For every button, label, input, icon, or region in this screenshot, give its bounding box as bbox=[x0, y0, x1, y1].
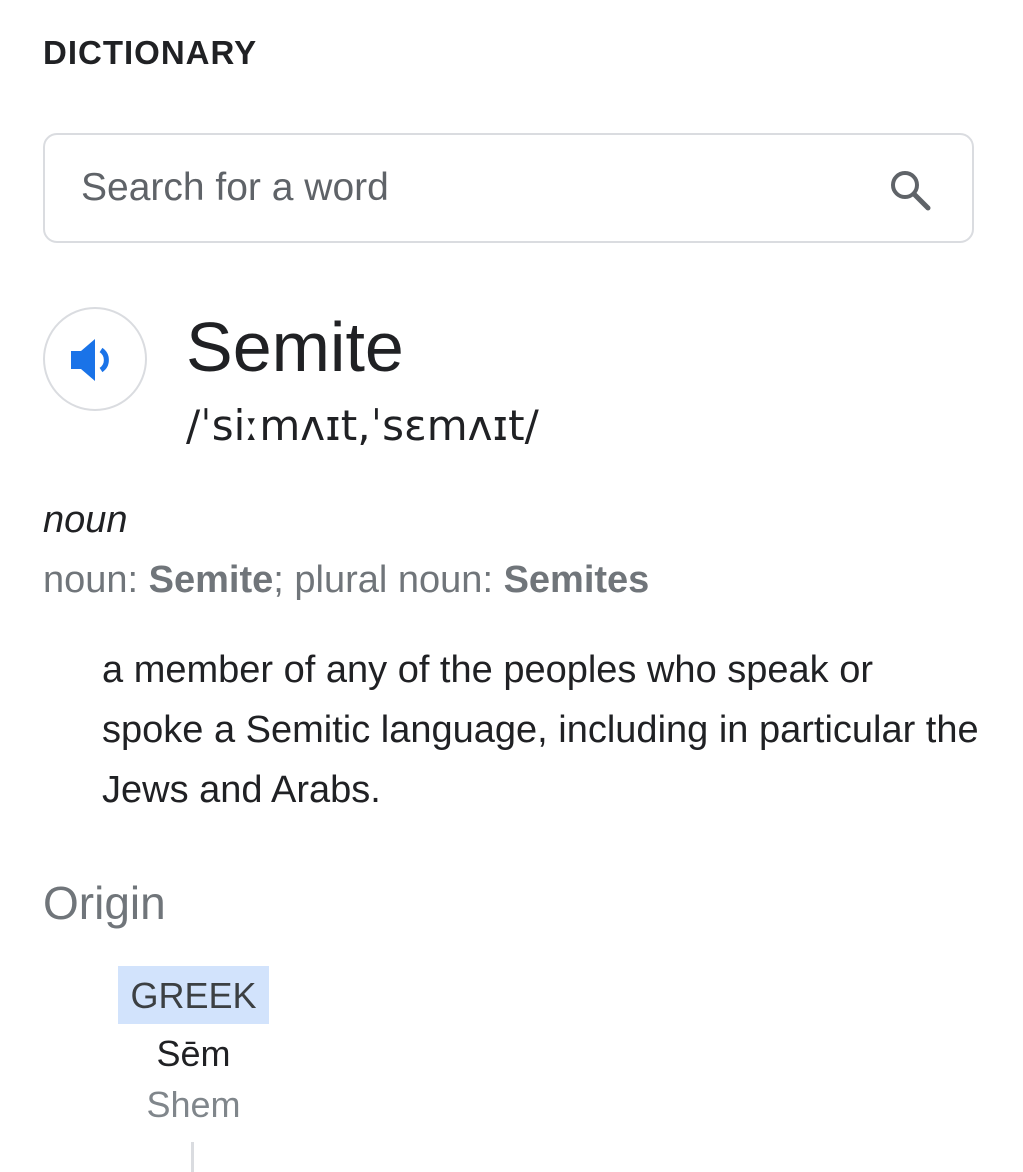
part-of-speech: noun bbox=[43, 499, 128, 541]
origin-heading: Origin bbox=[43, 877, 166, 929]
forms-separator: ; bbox=[273, 559, 295, 601]
origin-gloss: Shem bbox=[146, 1084, 241, 1125]
search-box[interactable] bbox=[43, 133, 974, 243]
noun-value: Semite bbox=[148, 559, 274, 601]
word-forms: noun: Semite; plural noun: Semites bbox=[43, 561, 649, 599]
page-title: DICTIONARY bbox=[43, 34, 258, 71]
plural-label: plural noun: bbox=[294, 559, 504, 601]
search-icon[interactable] bbox=[888, 168, 932, 212]
origin-word: Sēm bbox=[156, 1033, 231, 1074]
speaker-icon bbox=[71, 339, 109, 381]
origin-connector-line bbox=[191, 1142, 194, 1172]
origin-language-badge: GREEK bbox=[118, 966, 269, 1024]
plural-value: Semites bbox=[503, 559, 650, 601]
definition-text: a member of any of the peoples who speak… bbox=[102, 649, 979, 811]
pronounce-button[interactable] bbox=[43, 307, 147, 411]
phonetic-transcription: /ˈsiːmʌɪt,ˈsɛmʌɪt/ bbox=[186, 401, 539, 450]
noun-label: noun: bbox=[43, 559, 149, 601]
search-input[interactable] bbox=[81, 135, 861, 241]
headword: Semite bbox=[186, 308, 404, 386]
